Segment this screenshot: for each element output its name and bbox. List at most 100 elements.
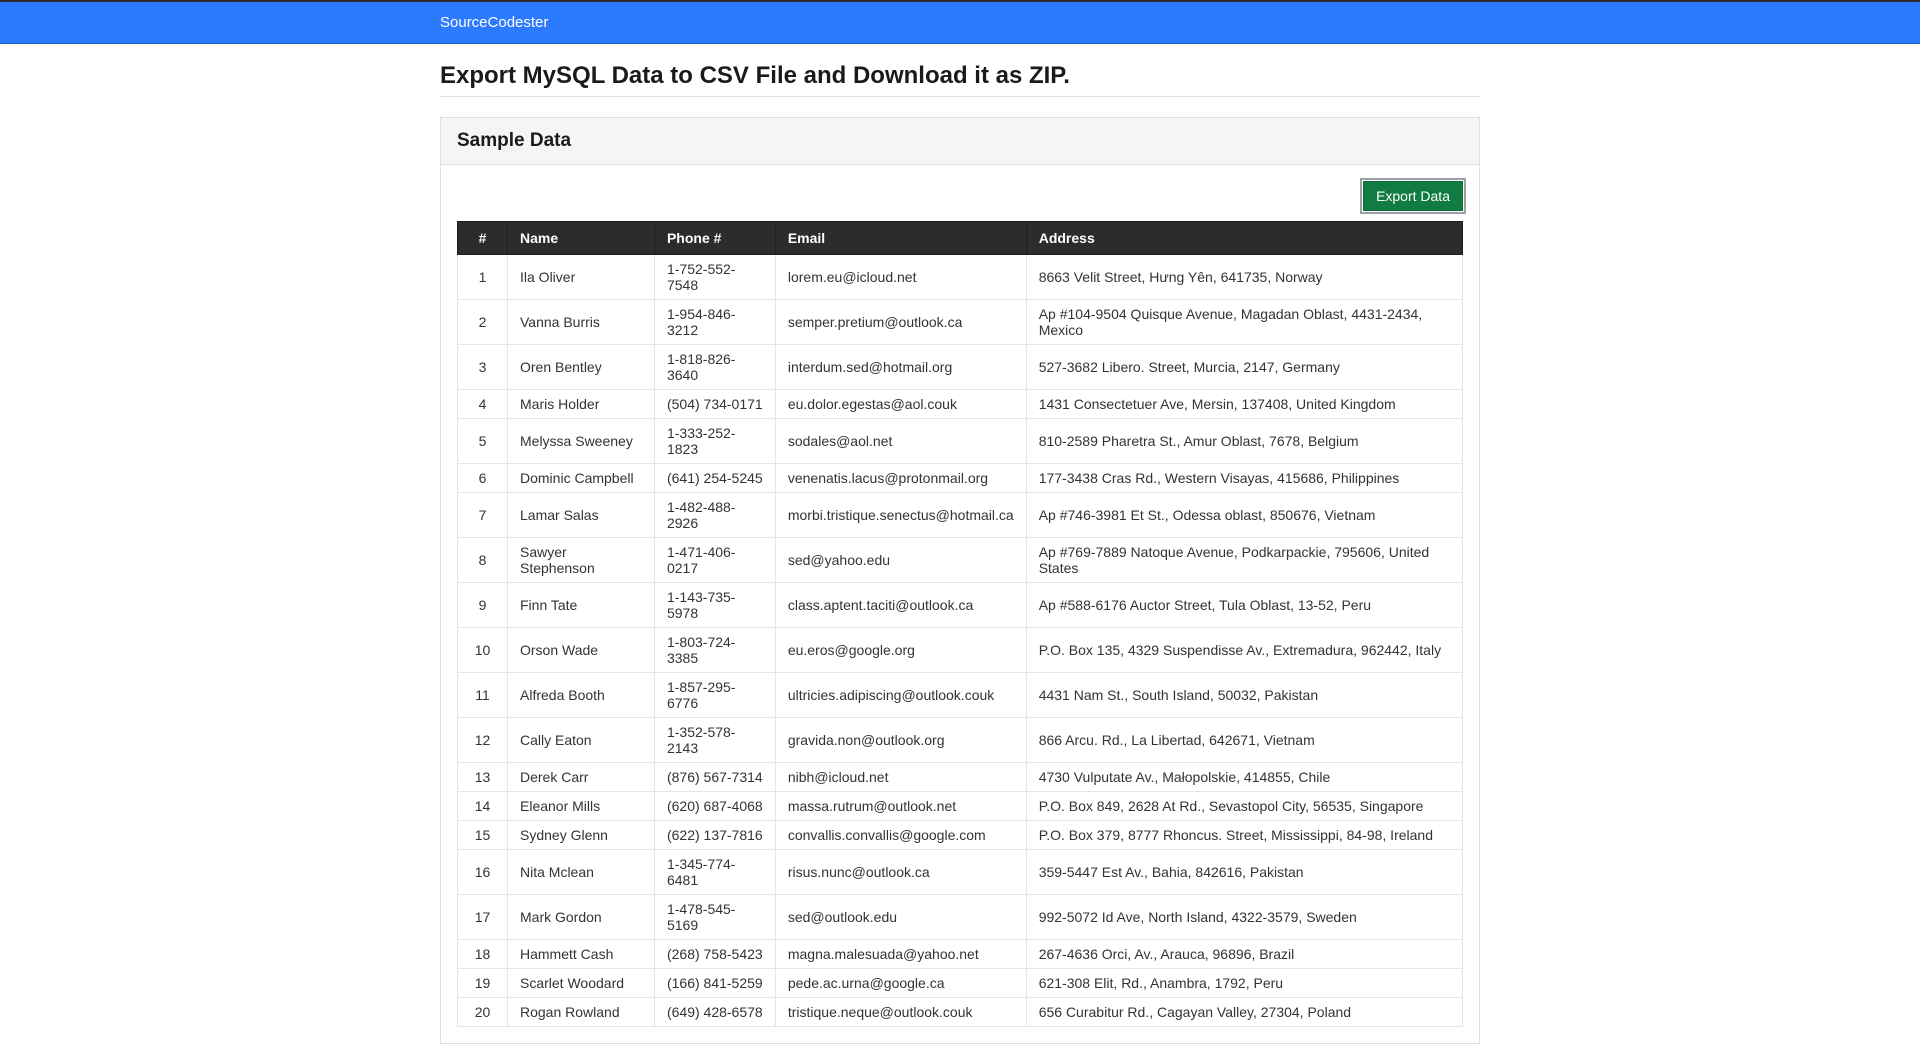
table-row: 18Hammett Cash(268) 758-5423magna.malesu… [458, 940, 1463, 969]
cell-name: Sydney Glenn [508, 821, 655, 850]
data-table: # Name Phone # Email Address 1Ila Oliver… [457, 221, 1463, 1027]
export-button-row: Export Data [457, 181, 1463, 211]
cell-num: 20 [458, 998, 508, 1027]
table-body: 1Ila Oliver1-752-552-7548lorem.eu@icloud… [458, 255, 1463, 1027]
card-header: Sample Data [441, 118, 1479, 165]
cell-name: Derek Carr [508, 763, 655, 792]
cell-phone: (504) 734-0171 [654, 390, 775, 419]
cell-address: 267-4636 Orci, Av., Arauca, 96896, Brazi… [1026, 940, 1462, 969]
cell-phone: (268) 758-5423 [654, 940, 775, 969]
cell-phone: 1-333-252-1823 [654, 419, 775, 464]
cell-phone: (641) 254-5245 [654, 464, 775, 493]
navbar-brand[interactable]: SourceCodester [440, 14, 548, 31]
table-row: 10Orson Wade1-803-724-3385eu.eros@google… [458, 628, 1463, 673]
cell-email: massa.rutrum@outlook.net [775, 792, 1026, 821]
table-row: 8Sawyer Stephenson1-471-406-0217sed@yaho… [458, 538, 1463, 583]
cell-email: sodales@aol.net [775, 419, 1026, 464]
cell-num: 11 [458, 673, 508, 718]
cell-name: Finn Tate [508, 583, 655, 628]
cell-num: 8 [458, 538, 508, 583]
cell-address: 866 Arcu. Rd., La Libertad, 642671, Viet… [1026, 718, 1462, 763]
title-separator [440, 96, 1480, 97]
cell-email: eu.dolor.egestas@aol.couk [775, 390, 1026, 419]
table-row: 14Eleanor Mills(620) 687-4068massa.rutru… [458, 792, 1463, 821]
export-data-button[interactable]: Export Data [1363, 181, 1463, 211]
cell-email: eu.eros@google.org [775, 628, 1026, 673]
cell-name: Melyssa Sweeney [508, 419, 655, 464]
cell-phone: (622) 137-7816 [654, 821, 775, 850]
cell-num: 7 [458, 493, 508, 538]
cell-name: Orson Wade [508, 628, 655, 673]
cell-address: 810-2589 Pharetra St., Amur Oblast, 7678… [1026, 419, 1462, 464]
page-title: Export MySQL Data to CSV File and Downlo… [440, 62, 1480, 90]
cell-num: 17 [458, 895, 508, 940]
cell-num: 9 [458, 583, 508, 628]
cell-address: 1431 Consectetuer Ave, Mersin, 137408, U… [1026, 390, 1462, 419]
table-row: 17Mark Gordon1-478-545-5169sed@outlook.e… [458, 895, 1463, 940]
cell-name: Vanna Burris [508, 300, 655, 345]
cell-num: 19 [458, 969, 508, 998]
cell-name: Oren Bentley [508, 345, 655, 390]
cell-phone: (620) 687-4068 [654, 792, 775, 821]
cell-email: magna.malesuada@yahoo.net [775, 940, 1026, 969]
cell-name: Eleanor Mills [508, 792, 655, 821]
cell-phone: 1-345-774-6481 [654, 850, 775, 895]
cell-name: Dominic Campbell [508, 464, 655, 493]
cell-email: sed@outlook.edu [775, 895, 1026, 940]
cell-address: 4730 Vulputate Av., Małopolskie, 414855,… [1026, 763, 1462, 792]
cell-phone: (166) 841-5259 [654, 969, 775, 998]
cell-address: 359-5447 Est Av., Bahia, 842616, Pakista… [1026, 850, 1462, 895]
cell-address: P.O. Box 849, 2628 At Rd., Sevastopol Ci… [1026, 792, 1462, 821]
cell-name: Cally Eaton [508, 718, 655, 763]
cell-name: Mark Gordon [508, 895, 655, 940]
cell-address: Ap #104-9504 Quisque Avenue, Magadan Obl… [1026, 300, 1462, 345]
cell-address: 992-5072 Id Ave, North Island, 4322-3579… [1026, 895, 1462, 940]
cell-address: Ap #769-7889 Natoque Avenue, Podkarpacki… [1026, 538, 1462, 583]
table-row: 12Cally Eaton1-352-578-2143gravida.non@o… [458, 718, 1463, 763]
table-row: 19Scarlet Woodard(166) 841-5259pede.ac.u… [458, 969, 1463, 998]
table-head: # Name Phone # Email Address [458, 222, 1463, 255]
cell-email: semper.pretium@outlook.ca [775, 300, 1026, 345]
cell-name: Nita Mclean [508, 850, 655, 895]
cell-email: venenatis.lacus@protonmail.org [775, 464, 1026, 493]
table-row: 6Dominic Campbell(641) 254-5245venenatis… [458, 464, 1463, 493]
cell-email: sed@yahoo.edu [775, 538, 1026, 583]
cell-email: convallis.convallis@google.com [775, 821, 1026, 850]
cell-num: 13 [458, 763, 508, 792]
cell-num: 2 [458, 300, 508, 345]
cell-name: Maris Holder [508, 390, 655, 419]
table-row: 20Rogan Rowland(649) 428-6578tristique.n… [458, 998, 1463, 1027]
cell-email: morbi.tristique.senectus@hotmail.ca [775, 493, 1026, 538]
cell-phone: 1-478-545-5169 [654, 895, 775, 940]
table-row: 4Maris Holder(504) 734-0171eu.dolor.eges… [458, 390, 1463, 419]
cell-email: ultricies.adipiscing@outlook.couk [775, 673, 1026, 718]
cell-num: 14 [458, 792, 508, 821]
cell-email: gravida.non@outlook.org [775, 718, 1026, 763]
cell-name: Hammett Cash [508, 940, 655, 969]
cell-email: pede.ac.urna@google.ca [775, 969, 1026, 998]
cell-phone: 1-954-846-3212 [654, 300, 775, 345]
cell-name: Scarlet Woodard [508, 969, 655, 998]
cell-num: 4 [458, 390, 508, 419]
cell-email: nibh@icloud.net [775, 763, 1026, 792]
cell-phone: 1-818-826-3640 [654, 345, 775, 390]
table-row: 13Derek Carr(876) 567-7314nibh@icloud.ne… [458, 763, 1463, 792]
main-container: Export MySQL Data to CSV File and Downlo… [440, 44, 1480, 1054]
cell-address: 8663 Velit Street, Hưng Yên, 641735, Nor… [1026, 255, 1462, 300]
navbar: SourceCodester [0, 0, 1920, 44]
cell-num: 15 [458, 821, 508, 850]
cell-num: 12 [458, 718, 508, 763]
cell-email: tristique.neque@outlook.couk [775, 998, 1026, 1027]
cell-phone: 1-857-295-6776 [654, 673, 775, 718]
table-row: 5Melyssa Sweeney1-333-252-1823sodales@ao… [458, 419, 1463, 464]
table-row: 7Lamar Salas1-482-488-2926morbi.tristiqu… [458, 493, 1463, 538]
table-row: 16Nita Mclean1-345-774-6481risus.nunc@ou… [458, 850, 1463, 895]
cell-num: 3 [458, 345, 508, 390]
cell-name: Lamar Salas [508, 493, 655, 538]
cell-num: 6 [458, 464, 508, 493]
cell-phone: 1-471-406-0217 [654, 538, 775, 583]
table-row: 11Alfreda Booth1-857-295-6776ultricies.a… [458, 673, 1463, 718]
cell-phone: 1-803-724-3385 [654, 628, 775, 673]
cell-name: Alfreda Booth [508, 673, 655, 718]
cell-phone: (876) 567-7314 [654, 763, 775, 792]
